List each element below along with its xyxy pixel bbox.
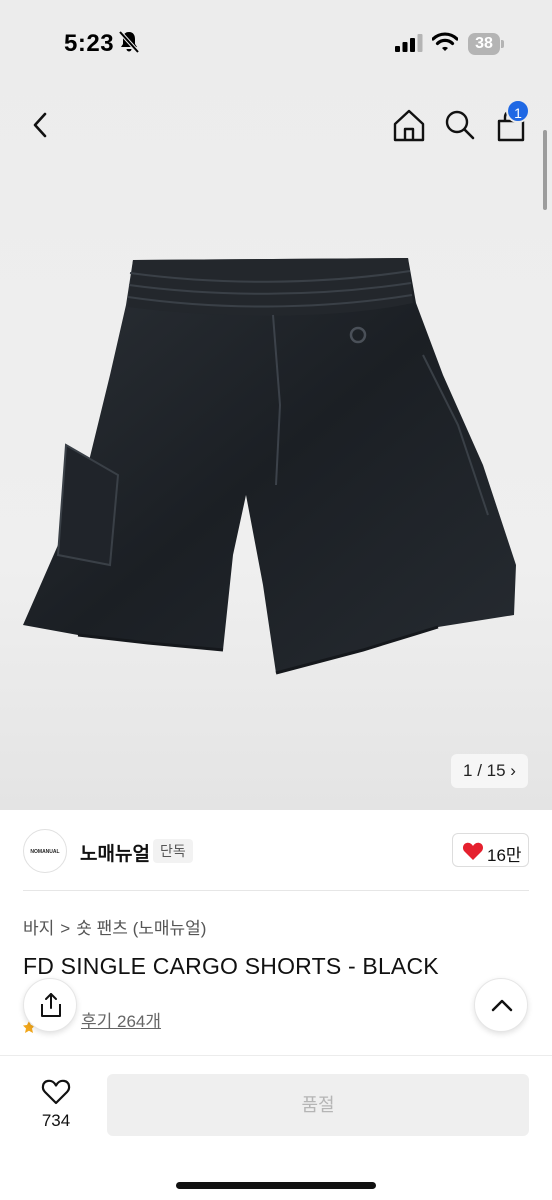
product-title: FD SINGLE CARGO SHORTS - BLACK bbox=[23, 953, 439, 979]
breadcrumb-separator: > bbox=[60, 919, 71, 938]
brand-logo[interactable]: NOMANUAL bbox=[23, 829, 67, 873]
brand-name[interactable]: 노매뉴얼 bbox=[80, 839, 150, 866]
sold-out-button[interactable]: 품절 bbox=[107, 1074, 529, 1136]
status-bar: 5:23 38 bbox=[0, 0, 552, 90]
home-button[interactable] bbox=[390, 105, 428, 145]
cart-count-badge: 1 bbox=[506, 99, 530, 123]
back-button[interactable] bbox=[22, 105, 60, 145]
signal-icon bbox=[395, 34, 423, 52]
heart-outline-icon bbox=[41, 1079, 71, 1105]
search-button[interactable] bbox=[441, 105, 479, 145]
image-counter-text: 1 / 15 bbox=[463, 761, 506, 780]
wishlist-button[interactable]: 734 bbox=[30, 1076, 82, 1136]
bottom-action-bar: 734 품절 bbox=[0, 1055, 552, 1200]
home-icon bbox=[393, 109, 425, 142]
chevron-right-icon: › bbox=[510, 761, 516, 780]
exclusive-badge: 단독 bbox=[153, 839, 193, 863]
product-hero: 5:23 38 1 1 / 15 › bbox=[0, 0, 552, 810]
heart-filled-icon bbox=[462, 842, 484, 860]
breadcrumb-item[interactable]: 숏 팬츠 (노매뉴얼) bbox=[76, 914, 206, 939]
wishlist-count: 734 bbox=[41, 1111, 71, 1130]
divider bbox=[23, 890, 529, 891]
bell-slash-icon bbox=[118, 30, 140, 54]
breadcrumb: 바지 > 숏 팬츠 (노매뉴얼) bbox=[23, 914, 206, 939]
product-photo[interactable] bbox=[18, 255, 533, 685]
wifi-icon bbox=[432, 32, 458, 51]
scroll-to-top-button[interactable] bbox=[474, 978, 528, 1032]
status-time: 5:23 bbox=[64, 30, 115, 57]
breadcrumb-item[interactable]: 바지 bbox=[23, 914, 54, 939]
chevron-up-icon bbox=[491, 999, 513, 1012]
search-icon bbox=[445, 110, 475, 140]
battery-icon: 38 bbox=[468, 33, 504, 55]
review-count-link[interactable]: 후기 264개 bbox=[81, 1007, 161, 1032]
share-icon bbox=[41, 993, 61, 1017]
chevron-left-icon bbox=[33, 112, 47, 138]
top-nav-bar: 1 bbox=[0, 95, 552, 155]
brand-row: NOMANUAL 노매뉴얼 단독 16만 bbox=[0, 825, 552, 879]
cart-button[interactable]: 1 bbox=[491, 99, 535, 147]
brand-like-button[interactable]: 16만 bbox=[452, 833, 529, 867]
battery-cap bbox=[501, 40, 504, 48]
home-indicator bbox=[176, 1182, 376, 1189]
scroll-indicator bbox=[543, 130, 547, 210]
battery-level: 38 bbox=[468, 33, 500, 55]
share-button[interactable] bbox=[23, 978, 77, 1032]
brand-like-count: 16만 bbox=[487, 846, 522, 865]
image-counter[interactable]: 1 / 15 › bbox=[451, 754, 528, 788]
